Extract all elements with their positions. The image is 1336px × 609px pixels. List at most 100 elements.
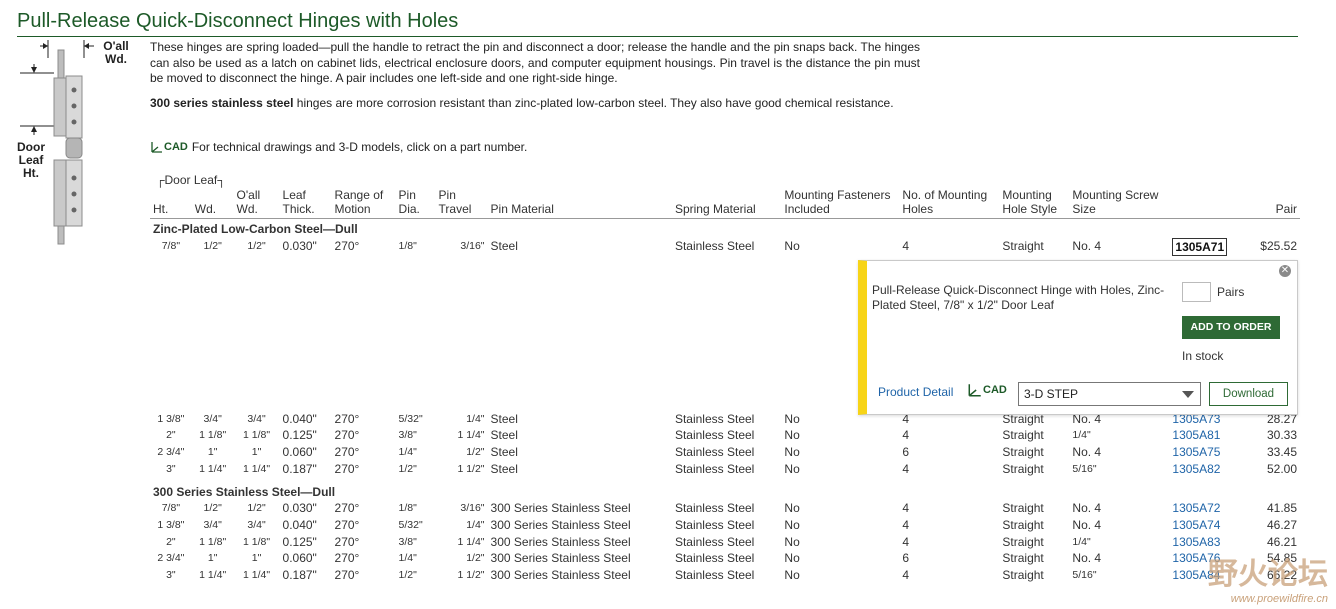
door-leaf-group-header: ┌Door Leaf┐ [156,173,226,187]
quantity-unit-label: Pairs [1217,285,1245,299]
cell-price: 46.27 [1266,517,1297,532]
cell-spring: Stainless Steel [674,534,755,549]
part-number-link[interactable]: 1305A74 [1172,518,1220,532]
cell-part-number: 1305A83 [1169,534,1246,551]
cell-pin-material: 300 Series Stainless Steel [490,501,631,516]
cell-fasteners: No [784,534,800,549]
cell-screw: 5/16" [1072,462,1097,475]
table-row: 2" 1 1/8" 1 1/8" 0.125" 270° 3/8" 1 1/4" 300 Se… [150,534,1300,551]
cell-travel: 1 1/4" [457,429,485,442]
cell-screw: 1/4" [1072,429,1091,442]
quantity-input[interactable] [1182,282,1211,302]
cell-oall: 1" [251,446,262,459]
cad-format-select[interactable]: 3-D STEP [1018,382,1201,406]
cell-dia: 5/32" [398,412,423,425]
cell-part-number: 1305A72 [1169,500,1246,517]
table-row: 3" 1 1/4" 1 1/4" 0.187" 270° 1/2" 1 1/2" Steel S… [150,461,1300,478]
cell-ht: 3" [166,462,176,475]
chevron-down-icon [1182,391,1194,398]
cell-thick: 0.060" [282,551,317,566]
cell-travel: 3/16" [460,502,485,515]
cell-fasteners: No [784,551,800,566]
part-number-link[interactable]: 1305A83 [1172,535,1220,549]
part-number-link[interactable]: 1305A81 [1172,428,1220,442]
selected-part-number[interactable]: 1305A71 [1172,237,1228,257]
table-row: 2 3/4" 1" 1" 0.060" 270° 1/4" 1/2" 300 Series S… [150,550,1300,567]
cell-price: 46.21 [1266,534,1297,549]
cell-holes: 4 [902,517,910,532]
product-popup: ✕ Pull-Release Quick-Disconnect Hinge wi… [858,260,1298,415]
cell-travel: 1/4" [466,518,485,531]
table-row: 3" 1 1/4" 1 1/4" 0.187" 270° 1/2" 1 1/2" 300 Se… [150,567,1300,584]
col-wd: Wd. [191,188,234,219]
col-range-of-motion: Range of Motion [331,188,396,219]
cell-fasteners: No [784,461,800,476]
cell-ht: 2" [166,429,176,442]
cell-wd: 1 1/4" [199,462,227,475]
cell-dia: 3/8" [398,429,417,442]
part-number-link[interactable]: 1305A72 [1172,501,1220,515]
col-mounting-fasteners: Mounting Fasteners Included [781,188,900,219]
cell-screw: No. 4 [1072,445,1102,460]
cell-motion: 270° [334,501,360,516]
group-label: Zinc-Plated Low-Carbon Steel—Dull [153,222,358,236]
watermark-url: www.proewildfire.cn [1230,593,1328,605]
cell-motion: 270° [334,411,360,426]
part-number-link[interactable]: 1305A82 [1172,462,1220,476]
cell-fasteners: No [784,445,800,460]
material-note-bold: 300 series stainless steel [150,96,294,110]
cell-ht: 7/8" [161,239,181,252]
cell-wd: 1/2" [203,239,222,252]
cell-travel: 1/2" [466,446,485,459]
close-icon[interactable]: ✕ [1279,265,1291,277]
cell-spring: Stainless Steel [674,428,755,443]
col-pin-travel: Pin Travel [435,188,488,219]
hinge-illustration: O'all Wd. Door Leaf Ht. [14,38,134,248]
cell-thick: 0.187" [282,461,317,476]
cell-wd: 1" [207,552,218,565]
cad-icon: CAD [150,140,188,154]
cell-dia: 3/8" [398,535,417,548]
cad-axis-icon [968,384,981,397]
cad-axis-icon [151,142,162,153]
cell-wd: 1 1/4" [199,569,227,582]
cell-ht: 2" [166,535,176,548]
material-note-text: hinges are more corrosion resistant than… [293,96,894,110]
cell-price: 30.33 [1266,428,1297,443]
cell-ht: 1 3/8" [157,518,185,531]
cell-dia: 1/4" [398,552,417,565]
cell-fasteners: No [784,428,800,443]
popup-cad-icon: CAD [967,382,1007,398]
download-button[interactable]: Download [1209,382,1288,406]
cell-oall: 1 1/8" [242,429,271,442]
cell-thick: 0.187" [282,568,317,583]
door-leaf-group-label: Door Leaf [164,173,218,187]
cell-pin-material: Steel [490,238,518,253]
cell-fasteners: No [784,517,800,532]
col-pin-dia: Pin Dia. [395,188,436,219]
part-number-link[interactable]: 1305A75 [1172,445,1220,459]
cell-pin-material: Steel [490,411,518,426]
cell-oall: 3/4" [247,518,266,531]
cell-travel: 1/2" [466,552,485,565]
table-row: 2 3/4" 1" 1" 0.060" 270° 1/4" 1/2" Steel Stainle… [150,444,1300,461]
cell-spring: Stainless Steel [674,517,755,532]
cell-ht: 3" [166,569,176,582]
cell-style: Straight [1002,534,1044,549]
cell-pin-material: 300 Series Stainless Steel [490,534,631,549]
cell-price: 33.45 [1266,445,1297,460]
cell-style: Straight [1002,568,1044,583]
cell-fasteners: No [784,568,800,583]
cell-holes: 6 [902,445,910,460]
cell-motion: 270° [334,534,360,549]
cell-holes: 4 [902,568,910,583]
popup-product-description: Pull-Release Quick-Disconnect Hinge with… [872,283,1165,312]
cell-fasteners: No [784,501,800,516]
product-detail-link[interactable]: Product Detail [878,385,953,399]
add-to-order-button[interactable]: ADD TO ORDER [1182,316,1280,339]
product-description: These hinges are spring loaded—pull the … [150,40,920,85]
oall-width-label: O'all Wd. [103,39,129,66]
group-row-zinc: Zinc-Plated Low-Carbon Steel—Dull [150,219,1300,238]
watermark: 野火论坛 www.proewildfire.cn [1208,549,1328,605]
popup-cad-icon-text: CAD [983,384,1007,396]
